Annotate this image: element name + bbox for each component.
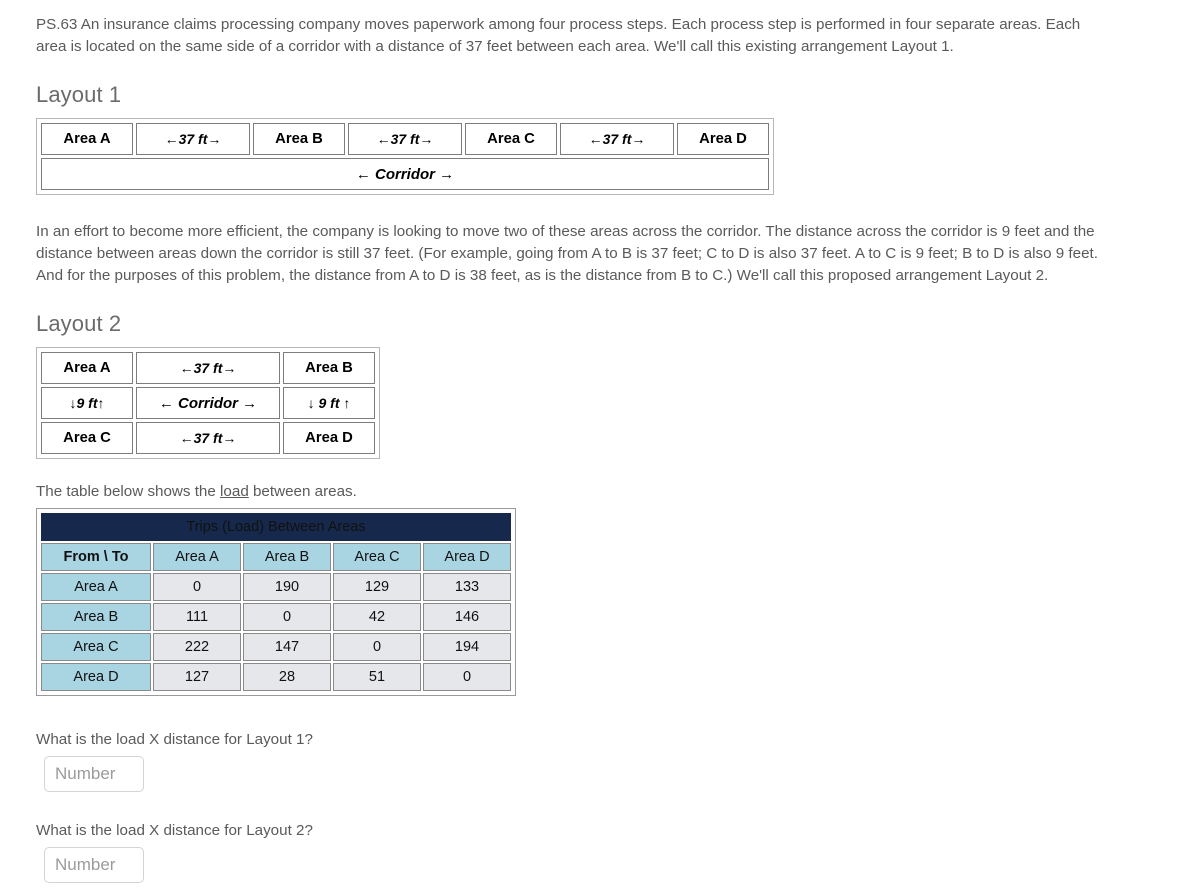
layout2-cell-dist-bd: ↓ 9 ft ↑ bbox=[283, 387, 375, 420]
layout1-cell-area-c: Area C bbox=[465, 123, 557, 156]
layout2-heading: Layout 2 bbox=[36, 311, 122, 337]
table-note-before: The table below shows the bbox=[36, 483, 221, 501]
layout2-cell-dist-ab: ←37 ft→ bbox=[136, 352, 280, 385]
answer-input-layout2[interactable] bbox=[44, 847, 144, 884]
layout2-corridor-cell: ← Corridor → bbox=[136, 387, 280, 420]
load-cell-c-d: 194 bbox=[423, 633, 511, 662]
load-table-col-header-a: Area A bbox=[153, 543, 241, 572]
load-table-col-header-b: Area B bbox=[243, 543, 331, 572]
load-table-title-row: Trips (Load) Between Areas bbox=[41, 513, 511, 542]
question-label-layout1: What is the load X distance for Layout 1… bbox=[36, 731, 313, 749]
load-cell-a-d: 133 bbox=[423, 573, 511, 602]
layout2-row-top: Area A ←37 ft→ Area B bbox=[41, 352, 375, 385]
load-table-row-header-b: Area B bbox=[41, 603, 151, 632]
load-cell-a-b: 190 bbox=[243, 573, 331, 602]
layout1-cell-area-b: Area B bbox=[253, 123, 345, 156]
load-cell-b-c: 42 bbox=[333, 603, 421, 632]
layout2-row-corridor: ↓9 ft↑ ← Corridor → ↓ 9 ft ↑ bbox=[41, 387, 375, 420]
load-table: Trips (Load) Between Areas From \ To Are… bbox=[39, 511, 513, 694]
layout2-cell-area-d: Area D bbox=[283, 422, 375, 455]
layout1-cell-area-d: Area D bbox=[677, 123, 769, 156]
layout1-cell-area-a: Area A bbox=[41, 123, 133, 156]
load-table-row-header-d: Area D bbox=[41, 663, 151, 692]
layout1-diagram: Area A ←37 ft→ Area B ←37 ft→ Area C ←37… bbox=[36, 118, 774, 196]
load-cell-a-a: 0 bbox=[153, 573, 241, 602]
layout1-cell-dist-cd: ←37 ft→ bbox=[560, 123, 674, 156]
load-table-corner-label: From \ To bbox=[41, 543, 151, 572]
load-table-col-header-d: Area D bbox=[423, 543, 511, 572]
table-row: Area B 111 0 42 146 bbox=[41, 603, 511, 632]
intro-paragraph-1: PS.63 An insurance claims processing com… bbox=[36, 16, 1081, 56]
intro-paragraph-2: In an effort to become more efficient, t… bbox=[36, 223, 1098, 285]
layout2-row-bottom: Area C ←37 ft→ Area D bbox=[41, 422, 375, 455]
question-label-layout2: What is the load X distance for Layout 2… bbox=[36, 822, 313, 840]
layout2-diagram: Area A ←37 ft→ Area B ↓9 ft↑ ← Corridor … bbox=[36, 347, 380, 460]
load-link[interactable]: load bbox=[220, 483, 249, 500]
load-cell-a-c: 129 bbox=[333, 573, 421, 602]
load-table-header-row: From \ To Area A Area B Area C Area D bbox=[41, 543, 511, 572]
problem-page: PS.63 An insurance claims processing com… bbox=[0, 0, 1200, 884]
load-cell-d-d: 0 bbox=[423, 663, 511, 692]
load-cell-d-c: 51 bbox=[333, 663, 421, 692]
table-row: Area C 222 147 0 194 bbox=[41, 633, 511, 662]
load-table-row-header-c: Area C bbox=[41, 633, 151, 662]
load-cell-d-a: 127 bbox=[153, 663, 241, 692]
load-table-container: Trips (Load) Between Areas From \ To Are… bbox=[36, 508, 516, 697]
layout2-cell-dist-cd: ←37 ft→ bbox=[136, 422, 280, 455]
load-cell-d-b: 28 bbox=[243, 663, 331, 692]
load-cell-c-a: 222 bbox=[153, 633, 241, 662]
layout1-cell-dist-bc: ←37 ft→ bbox=[348, 123, 462, 156]
load-table-row-header-a: Area A bbox=[41, 573, 151, 602]
layout1-heading: Layout 1 bbox=[36, 82, 122, 108]
load-cell-b-d: 146 bbox=[423, 603, 511, 632]
layout2-cell-area-a: Area A bbox=[41, 352, 133, 385]
load-table-title: Trips (Load) Between Areas bbox=[41, 513, 511, 542]
table-note-after: between areas. bbox=[248, 483, 357, 501]
answer-input-layout1[interactable] bbox=[44, 756, 144, 793]
layout1-areas-row: Area A ←37 ft→ Area B ←37 ft→ Area C ←37… bbox=[41, 123, 769, 156]
layout2-cell-area-c: Area C bbox=[41, 422, 133, 455]
layout1-cell-dist-ab: ←37 ft→ bbox=[136, 123, 250, 156]
table-note: The table below shows the load between a… bbox=[36, 483, 1164, 500]
load-cell-c-b: 147 bbox=[243, 633, 331, 662]
layout2-cell-dist-ac: ↓9 ft↑ bbox=[41, 387, 133, 420]
load-cell-c-c: 0 bbox=[333, 633, 421, 662]
load-cell-b-a: 111 bbox=[153, 603, 241, 632]
layout1-corridor-cell: ← Corridor → bbox=[41, 158, 769, 191]
load-table-col-header-c: Area C bbox=[333, 543, 421, 572]
layout1-corridor-row: ← Corridor → bbox=[41, 158, 769, 191]
load-cell-b-b: 0 bbox=[243, 603, 331, 632]
table-row: Area D 127 28 51 0 bbox=[41, 663, 511, 692]
layout2-cell-area-b: Area B bbox=[283, 352, 375, 385]
table-row: Area A 0 190 129 133 bbox=[41, 573, 511, 602]
